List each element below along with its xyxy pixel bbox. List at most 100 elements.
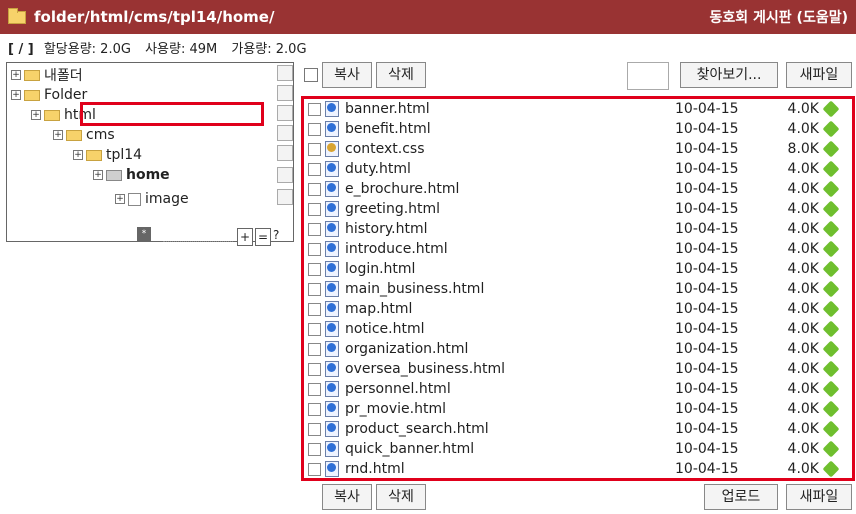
file-checkbox[interactable] [308,102,321,116]
file-row[interactable]: duty.html 10-04-15 4.0K [304,159,854,179]
new-file-button[interactable]: 새파일 [786,62,852,88]
expand-icon[interactable]: + [115,194,125,204]
edit-icon[interactable] [822,280,840,298]
file-name[interactable]: quick_banner.html [345,441,675,457]
edit-icon[interactable] [822,200,840,218]
file-checkbox[interactable] [308,262,321,276]
expand-icon[interactable]: + [93,170,103,180]
edit-icon[interactable] [822,400,840,418]
add-folder-button[interactable]: + [237,228,253,246]
delete-button-bottom[interactable]: 삭제 [376,484,426,510]
rename-folder-button[interactable]: = [255,228,271,246]
file-row[interactable]: pr_movie.html 10-04-15 4.0K [304,399,854,419]
tree-item-image[interactable]: + image [115,189,189,209]
file-row[interactable]: product_search.html 10-04-15 4.0K [304,419,854,439]
file-checkbox[interactable] [308,222,321,236]
copy-button-bottom[interactable]: 복사 [322,484,372,510]
file-name[interactable]: rnd.html [345,461,675,477]
file-checkbox[interactable] [308,162,321,176]
file-checkbox[interactable] [308,282,321,296]
file-name[interactable]: product_search.html [345,421,675,437]
file-checkbox[interactable] [308,302,321,316]
file-name[interactable]: map.html [345,301,675,317]
file-row[interactable]: rnd.html 10-04-15 4.0K [304,459,854,479]
edit-icon[interactable] [822,360,840,378]
file-row[interactable]: notice.html 10-04-15 4.0K [304,319,854,339]
copy-button[interactable]: 복사 [322,62,372,88]
edit-icon[interactable] [822,340,840,358]
file-name[interactable]: oversea_business.html [345,361,675,377]
new-folder-name-field[interactable] [163,241,233,242]
file-name[interactable]: greeting.html [345,201,675,217]
file-name[interactable]: e_brochure.html [345,181,675,197]
expand-icon[interactable]: + [53,130,63,140]
file-row[interactable]: main_business.html 10-04-15 4.0K [304,279,854,299]
file-row[interactable]: quick_banner.html 10-04-15 4.0K [304,439,854,459]
file-name[interactable]: introduce.html [345,241,675,257]
edit-icon[interactable] [822,420,840,438]
file-checkbox[interactable] [308,362,321,376]
edit-icon[interactable] [822,320,840,338]
file-name[interactable]: banner.html [345,101,675,117]
upload-file-input[interactable] [627,62,669,90]
tree-item-folder[interactable]: + Folder [11,85,87,105]
help-label[interactable]: ? [273,228,279,242]
file-checkbox[interactable] [308,242,321,256]
edit-icon[interactable] [822,460,840,478]
file-row[interactable]: organization.html 10-04-15 4.0K [304,339,854,359]
edit-icon[interactable] [822,180,840,198]
file-checkbox[interactable] [308,202,321,216]
board-help-link[interactable]: 동호회 게시판 (도움말) [710,7,848,27]
tree-side-box[interactable] [277,85,293,101]
edit-icon[interactable] [822,260,840,278]
tree-item-cms[interactable]: + cms [53,125,115,145]
file-name[interactable]: login.html [345,261,675,277]
image-checkbox[interactable] [128,192,141,206]
tree-side-box[interactable] [277,65,293,81]
tree-side-box[interactable] [277,105,293,121]
tree-side-box[interactable] [277,125,293,141]
tree-item-home[interactable]: + home [93,165,170,185]
file-name[interactable]: benefit.html [345,121,675,137]
tree-side-box[interactable] [277,145,293,161]
upload-button[interactable]: 업로드 [704,484,778,510]
tree-item-tpl14[interactable]: + tpl14 [73,145,142,165]
file-name[interactable]: history.html [345,221,675,237]
expand-icon[interactable]: + [73,150,83,160]
file-row[interactable]: login.html 10-04-15 4.0K [304,259,854,279]
delete-button[interactable]: 삭제 [376,62,426,88]
file-checkbox[interactable] [308,442,321,456]
edit-icon[interactable] [822,140,840,158]
expand-icon[interactable]: + [31,110,41,120]
file-name[interactable]: main_business.html [345,281,675,297]
file-checkbox[interactable] [308,402,321,416]
new-folder-icon[interactable]: * [137,227,151,241]
tree-side-box[interactable] [277,167,293,183]
file-row[interactable]: introduce.html 10-04-15 4.0K [304,239,854,259]
tree-side-box[interactable] [277,189,293,205]
file-name[interactable]: personnel.html [345,381,675,397]
tree-item-myfolder[interactable]: + 내폴더 [11,65,83,85]
expand-icon[interactable]: + [11,90,21,100]
file-checkbox[interactable] [308,382,321,396]
file-row[interactable]: map.html 10-04-15 4.0K [304,299,854,319]
edit-icon[interactable] [822,160,840,178]
file-row[interactable]: oversea_business.html 10-04-15 4.0K [304,359,854,379]
edit-icon[interactable] [822,100,840,118]
edit-icon[interactable] [822,120,840,138]
file-row[interactable]: e_brochure.html 10-04-15 4.0K [304,179,854,199]
file-row[interactable]: greeting.html 10-04-15 4.0K [304,199,854,219]
file-checkbox[interactable] [308,422,321,436]
file-name[interactable]: notice.html [345,321,675,337]
file-row[interactable]: personnel.html 10-04-15 4.0K [304,379,854,399]
file-row[interactable]: banner.html 10-04-15 4.0K [304,99,854,119]
select-all-checkbox[interactable] [304,68,318,82]
file-name[interactable]: duty.html [345,161,675,177]
file-checkbox[interactable] [308,342,321,356]
edit-icon[interactable] [822,300,840,318]
file-name[interactable]: pr_movie.html [345,401,675,417]
root-label[interactable]: [ / ] [8,42,34,57]
edit-icon[interactable] [822,440,840,458]
browse-button[interactable]: 찾아보기... [680,62,778,88]
file-row[interactable]: context.css 10-04-15 8.0K [304,139,854,159]
